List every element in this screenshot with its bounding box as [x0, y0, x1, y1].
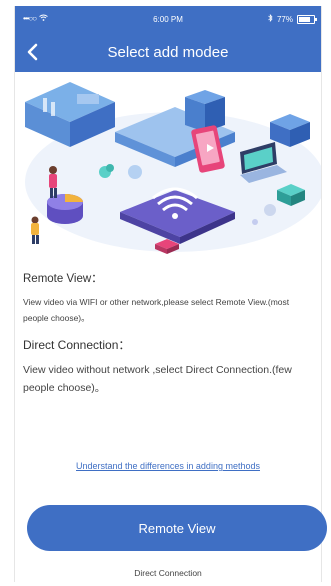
differences-link[interactable]: Understand the differences in adding met… — [15, 461, 321, 471]
carrier-signal: •••○○ — [23, 14, 37, 23]
direct-connection-description: View video without network ,select Direc… — [23, 364, 292, 394]
status-bar: •••○○ 6:00 PM 77% — [15, 6, 321, 32]
wifi-icon — [39, 14, 48, 23]
direct-connection-button[interactable]: Direct Connection — [15, 568, 321, 578]
nav-bar: Select add modee — [15, 32, 321, 72]
status-left: •••○○ — [23, 14, 48, 23]
back-button[interactable] — [23, 42, 43, 62]
battery-percent: 77% — [276, 14, 293, 24]
direct-connection-heading: Direct Connection： — [23, 338, 131, 352]
battery-icon — [297, 14, 317, 24]
remote-view-description: View video via WIFI or other network,ple… — [23, 297, 290, 323]
content-section: Remote View： View video via WIFI or othe… — [15, 270, 321, 397]
remote-view-button-label: Remote View — [138, 520, 216, 536]
phone-screen: •••○○ 6:00 PM 77% Select add modee Remot… — [14, 6, 327, 582]
remote-view-button[interactable]: Remote View — [27, 505, 327, 551]
status-right: 77% — [268, 13, 317, 24]
bluetooth-icon — [268, 13, 273, 24]
hero-illustration — [15, 72, 321, 256]
status-time: 6:00 PM — [153, 14, 183, 24]
page-title: Select add modee — [107, 43, 229, 61]
chevron-left-icon — [27, 43, 38, 61]
remote-view-heading: Remote View： — [23, 273, 103, 285]
